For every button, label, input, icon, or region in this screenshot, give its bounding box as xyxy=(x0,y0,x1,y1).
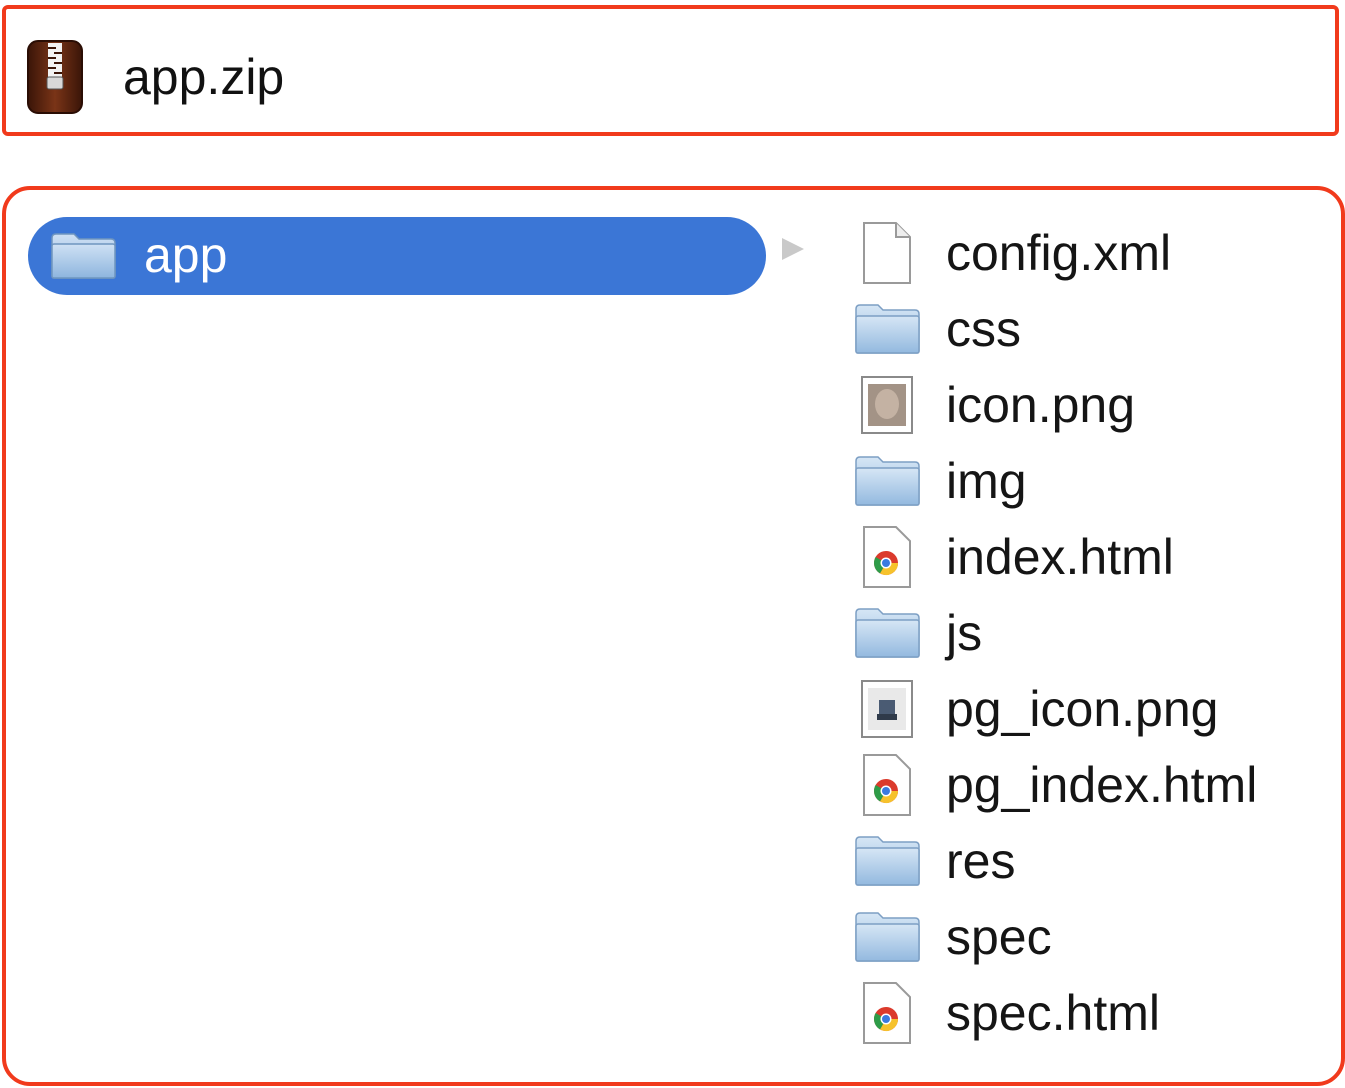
chrome-html-icon xyxy=(852,750,922,820)
list-item[interactable]: js xyxy=(846,595,1257,671)
folder-icon xyxy=(852,294,922,364)
image-thumbnail-icon xyxy=(852,674,922,744)
list-item[interactable]: spec xyxy=(846,899,1257,975)
file-label: spec.html xyxy=(946,985,1160,1041)
file-list: config.xml css icon.png img index.html j… xyxy=(846,215,1257,1051)
folder-icon xyxy=(852,826,922,896)
list-item[interactable]: config.xml xyxy=(846,215,1257,291)
file-label: index.html xyxy=(946,529,1174,585)
disclosure-arrow-icon xyxy=(782,238,804,260)
file-label: img xyxy=(946,453,1027,509)
file-label: spec xyxy=(946,909,1052,965)
folder-icon xyxy=(50,232,117,280)
folder-icon xyxy=(852,902,922,972)
list-item[interactable]: icon.png xyxy=(846,367,1257,443)
image-thumbnail-icon xyxy=(852,370,922,440)
archive-item[interactable]: app.zip xyxy=(2,5,1339,136)
file-label: js xyxy=(946,605,983,661)
column-browser: app config.xml css icon.png img index.ht… xyxy=(2,186,1345,1086)
list-item[interactable]: pg_icon.png xyxy=(846,671,1257,747)
column-contents: config.xml css icon.png img index.html j… xyxy=(846,190,1341,1082)
folder-icon xyxy=(852,446,922,516)
list-item[interactable]: css xyxy=(846,291,1257,367)
document-icon xyxy=(852,218,922,288)
file-label: pg_icon.png xyxy=(946,681,1219,737)
column-parent: app xyxy=(6,190,826,1082)
file-label: res xyxy=(946,833,1016,889)
chrome-html-icon xyxy=(852,978,922,1048)
file-label: icon.png xyxy=(946,377,1136,433)
file-label: pg_index.html xyxy=(946,757,1258,813)
file-label: css xyxy=(946,301,1021,357)
list-item[interactable]: res xyxy=(846,823,1257,899)
file-label: config.xml xyxy=(946,225,1172,281)
selected-folder-row[interactable] xyxy=(28,217,766,295)
selected-folder-label: app xyxy=(144,227,228,283)
list-item[interactable]: pg_index.html xyxy=(846,747,1257,823)
list-item[interactable]: img xyxy=(846,443,1257,519)
list-item[interactable]: index.html xyxy=(846,519,1257,595)
folder-icon xyxy=(852,598,922,668)
archive-name: app.zip xyxy=(123,49,285,105)
list-item[interactable]: spec.html xyxy=(846,975,1257,1051)
chrome-html-icon xyxy=(852,522,922,592)
zip-archive-icon xyxy=(26,39,84,115)
